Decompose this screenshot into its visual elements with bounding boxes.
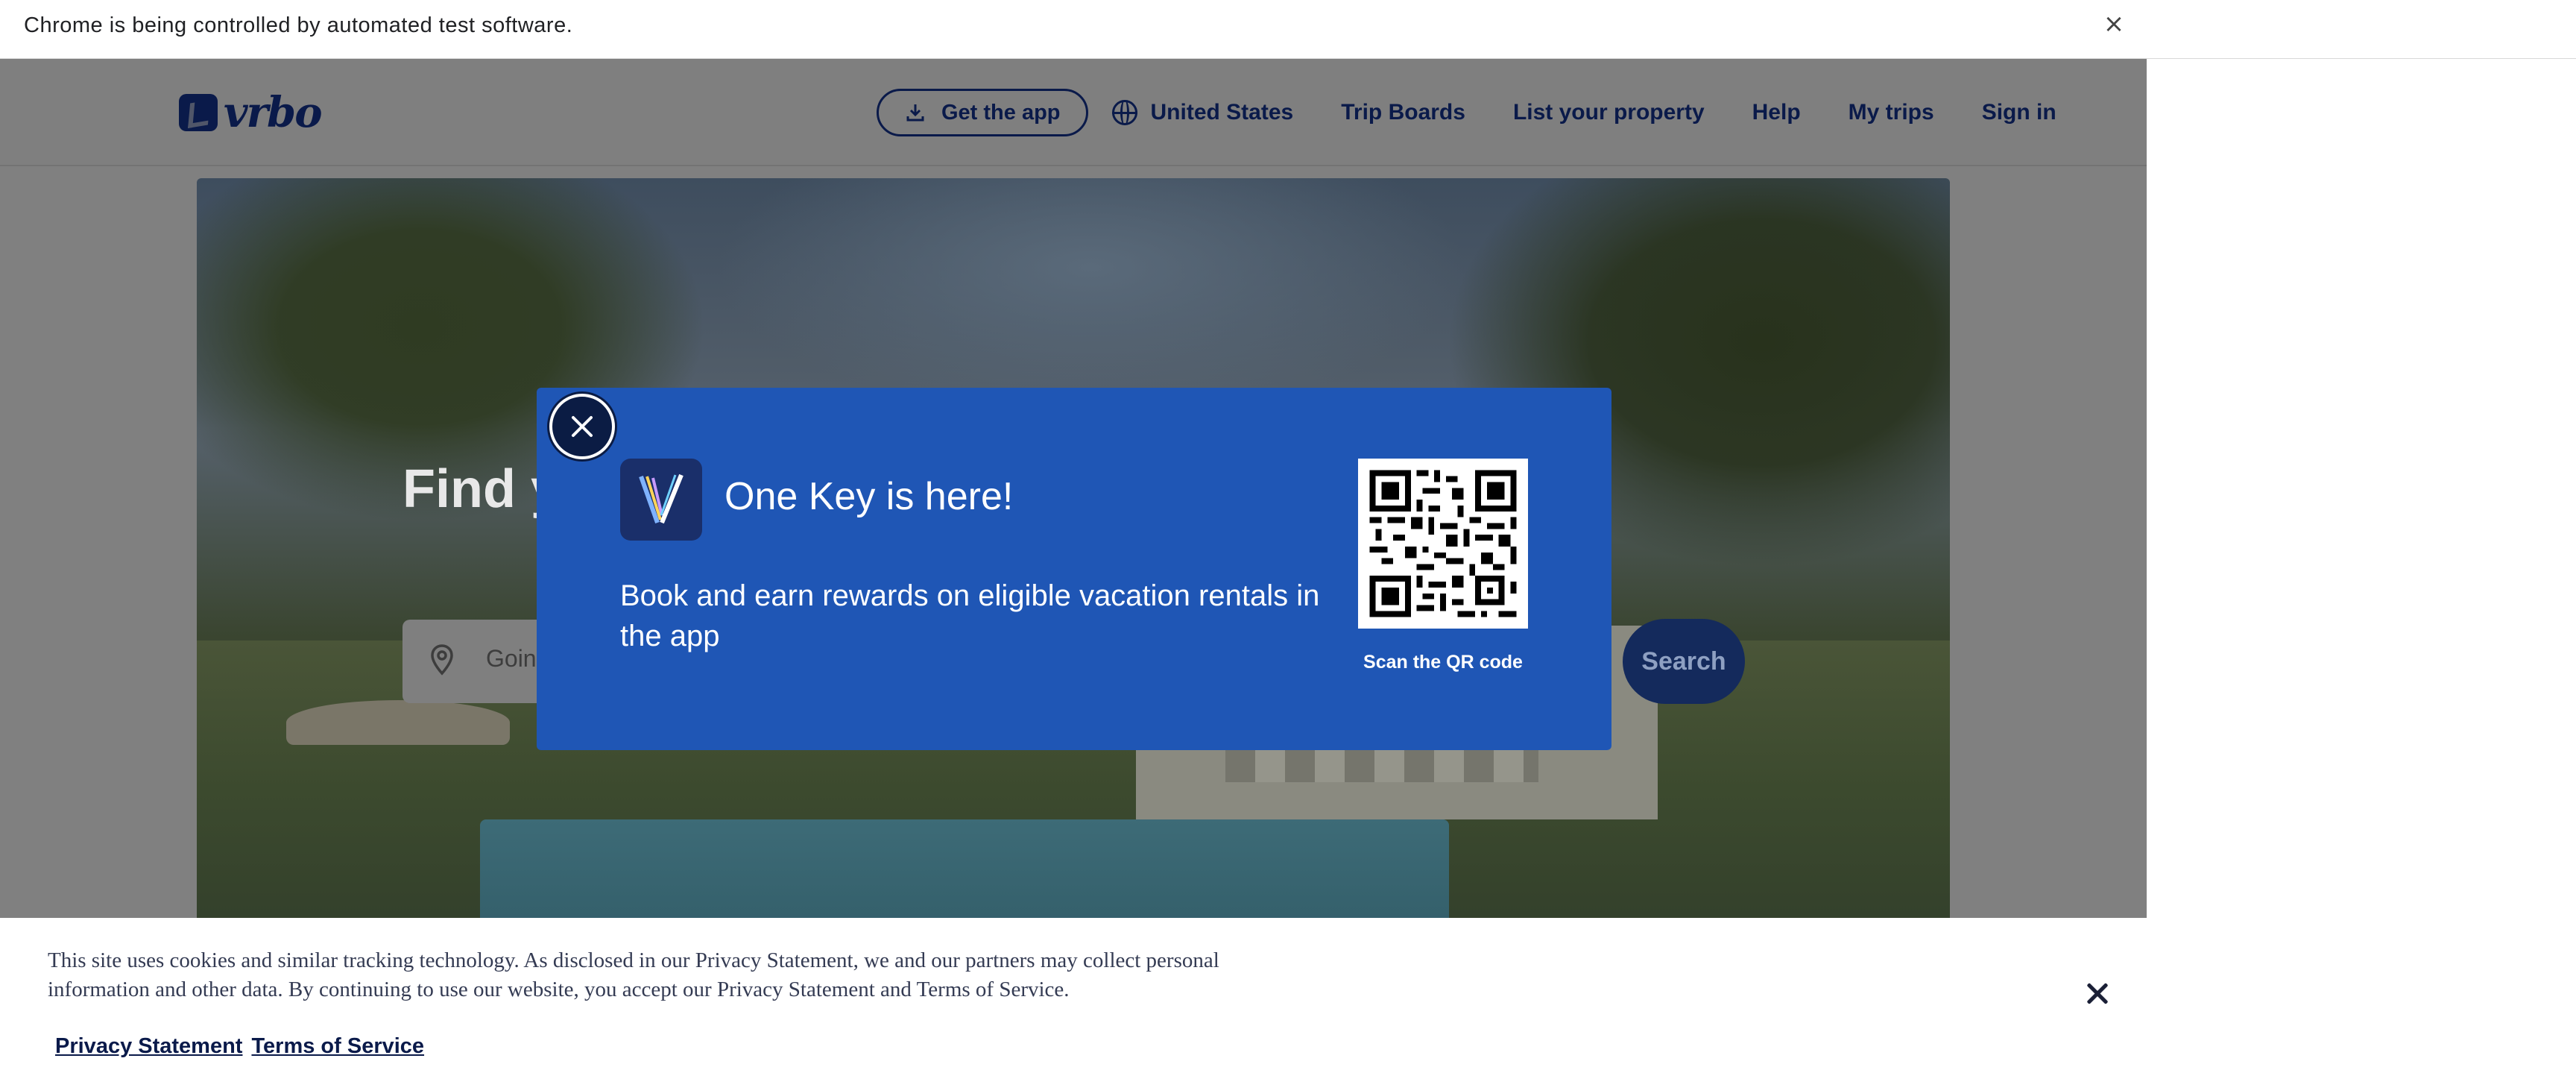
- cookie-banner-text: This site uses cookies and similar track…: [48, 948, 1219, 1001]
- one-key-app-icon: [620, 459, 702, 541]
- globe-icon: [1111, 100, 1137, 125]
- nav-my-trips[interactable]: My trips: [1849, 89, 1934, 136]
- qr-code: [1358, 459, 1528, 629]
- download-icon: [906, 104, 924, 122]
- region-label: United States: [1150, 100, 1294, 125]
- infobar-text: Chrome is being controlled by automated …: [24, 13, 573, 37]
- qr-caption: Scan the QR code: [1363, 652, 1523, 673]
- cookie-banner: This site uses cookies and similar track…: [0, 918, 2147, 1070]
- cookie-banner-links: Privacy Statement Terms of Service: [55, 1034, 433, 1059]
- nav-sign-in[interactable]: Sign in: [1982, 89, 2056, 136]
- one-key-logo-icon: [639, 473, 684, 524]
- vrbo-logo-icon: [179, 94, 218, 131]
- nav-list-your-property[interactable]: List your property: [1513, 89, 1705, 136]
- blank-right-area: [2147, 59, 2576, 1070]
- nav-help[interactable]: Help: [1752, 89, 1801, 136]
- modal-close-button[interactable]: [549, 394, 615, 459]
- terms-of-service-link[interactable]: Terms of Service: [251, 1034, 424, 1059]
- modal-body-text: Book and earn rewards on eligible vacati…: [620, 579, 1320, 652]
- vrbo-logo[interactable]: vrbo: [179, 88, 323, 137]
- qr-code-image: [1358, 459, 1528, 629]
- get-the-app-button[interactable]: Get the app: [877, 89, 1088, 136]
- location-pin-icon: [431, 644, 453, 676]
- page: Chrome is being controlled by automated …: [0, 0, 2576, 1070]
- search-button[interactable]: Search: [1623, 619, 1745, 704]
- logo-text: vrbo: [224, 88, 323, 137]
- region-selector[interactable]: United States: [1111, 89, 1294, 136]
- hero-umbrella: [286, 700, 510, 745]
- get-the-app-label: Get the app: [941, 100, 1061, 125]
- privacy-statement-link[interactable]: Privacy Statement: [55, 1034, 242, 1059]
- nav-trip-boards[interactable]: Trip Boards: [1341, 89, 1465, 136]
- modal-title: One Key is here!: [724, 475, 1014, 518]
- site-header: vrbo Get the app United States Trip Boar…: [0, 59, 2147, 166]
- automation-infobar: Chrome is being controlled by automated …: [0, 0, 2576, 59]
- cookie-banner-close-icon[interactable]: [2080, 975, 2115, 1011]
- header-nav: Get the app United States Trip Boards Li…: [877, 89, 2056, 136]
- infobar-close-icon[interactable]: ×: [2100, 10, 2127, 37]
